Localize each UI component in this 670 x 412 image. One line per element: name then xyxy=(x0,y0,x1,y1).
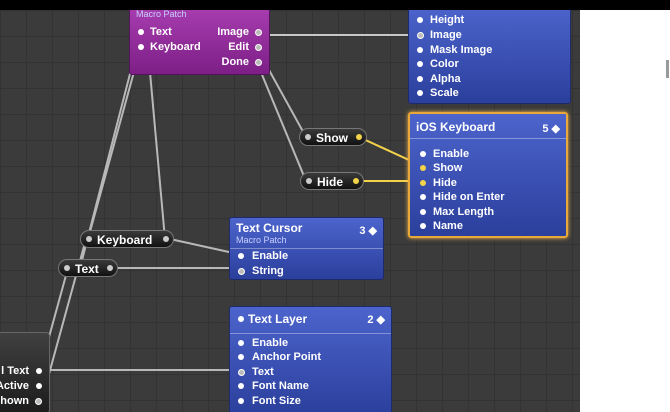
panel-edge-marker xyxy=(666,60,669,78)
right-panel xyxy=(580,10,670,412)
patch-editor-canvas[interactable]: Macro Patch Text Keyboard Image Edit Don… xyxy=(0,10,580,412)
ios-keyboard-number[interactable]: 5 ◆ xyxy=(542,122,560,135)
image-layer-patch[interactable]: Height Image Mask Image Color Alpha Scal… xyxy=(408,10,571,104)
text-cursor-number[interactable]: 3 ◆ xyxy=(359,224,377,237)
tl-enable: Enable xyxy=(252,337,289,349)
kb-enable-dot[interactable] xyxy=(420,151,426,157)
macro-input-keyboard-dot[interactable] xyxy=(138,44,144,50)
macro-patch[interactable]: Macro Patch Text Keyboard Image Edit Don… xyxy=(129,10,270,75)
port-height-dot[interactable] xyxy=(417,17,423,23)
macro-output-edit-dot[interactable] xyxy=(255,44,262,51)
top-bar xyxy=(0,0,670,10)
tl-text-dot[interactable] xyxy=(238,369,245,376)
port-image-dot[interactable] xyxy=(417,32,424,39)
tc-string: String xyxy=(252,265,284,277)
kb-max-length: Max Length xyxy=(433,206,495,218)
tl-font-size-dot[interactable] xyxy=(238,398,244,404)
kb-name: Name xyxy=(433,220,463,232)
text-layer-number[interactable]: 2 ◆ xyxy=(367,313,385,326)
text-cursor-patch[interactable]: Text Cursor Macro Patch 3 ◆ Enable Strin… xyxy=(229,217,384,280)
text-label: Text xyxy=(75,262,99,276)
show-splitter[interactable]: Show xyxy=(299,128,367,146)
macro-output-image: Image xyxy=(217,26,249,38)
port-image: Image xyxy=(430,29,462,41)
kb-hide: Hide xyxy=(433,177,457,189)
left-port-text: l Text xyxy=(1,365,29,377)
ios-keyboard-patch[interactable]: iOS Keyboard 5 ◆ Enable Show Hide Hide o… xyxy=(408,112,568,238)
port-color-dot[interactable] xyxy=(417,61,423,67)
macro-patch-subtitle: Macro Patch xyxy=(136,10,187,19)
kb-hide-on-enter-dot[interactable] xyxy=(420,194,426,200)
tc-string-dot[interactable] xyxy=(238,268,245,275)
wire-keyboard-enable xyxy=(169,238,239,255)
macro-output-done-dot[interactable] xyxy=(255,59,262,66)
left-patch[interactable]: l Text Active hown xyxy=(0,332,50,412)
text-layer-patch[interactable]: Text Layer 2 ◆ Enable Anchor Point Text … xyxy=(229,306,392,412)
macro-input-text-dot[interactable] xyxy=(138,29,144,35)
port-alpha-dot[interactable] xyxy=(417,76,423,82)
tc-enable: Enable xyxy=(252,250,289,262)
left-port-text-dot[interactable] xyxy=(36,368,42,374)
keyboard-splitter[interactable]: Keyboard xyxy=(80,230,174,248)
kb-show-dot[interactable] xyxy=(420,165,426,171)
left-port-active-dot[interactable] xyxy=(36,383,42,389)
macro-input-keyboard: Keyboard xyxy=(150,41,201,53)
hide-label: Hide xyxy=(317,175,344,189)
tc-enable-dot[interactable] xyxy=(238,253,244,259)
kb-max-length-dot[interactable] xyxy=(420,209,426,215)
port-mask-image: Mask Image xyxy=(430,44,493,56)
tl-anchor-point-dot[interactable] xyxy=(238,354,244,360)
left-port-shown: hown xyxy=(0,395,29,407)
tl-font-name: Font Name xyxy=(252,380,309,392)
tl-text: Text xyxy=(252,366,274,378)
tl-font-size: Font Size xyxy=(252,395,301,407)
text-splitter[interactable]: Text xyxy=(58,259,118,277)
macro-input-text: Text xyxy=(150,26,172,38)
tl-enable-dot[interactable] xyxy=(238,340,244,346)
port-scale-dot[interactable] xyxy=(417,90,423,96)
kb-hide-on-enter: Hide on Enter xyxy=(433,191,505,203)
tl-anchor-point: Anchor Point xyxy=(252,351,322,363)
kb-enable: Enable xyxy=(433,148,470,160)
port-mask-image-dot[interactable] xyxy=(417,47,423,53)
left-port-shown-dot[interactable] xyxy=(35,398,42,405)
kb-show: Show xyxy=(433,162,463,174)
show-label: Show xyxy=(316,131,348,145)
port-height: Height xyxy=(430,14,465,26)
macro-output-image-dot[interactable] xyxy=(255,29,262,36)
tl-font-name-dot[interactable] xyxy=(238,383,244,389)
kb-name-dot[interactable] xyxy=(420,223,426,229)
port-alpha: Alpha xyxy=(430,73,461,85)
hide-splitter[interactable]: Hide xyxy=(300,172,364,190)
port-color: Color xyxy=(430,58,459,70)
port-scale: Scale xyxy=(430,87,459,99)
kb-hide-dot[interactable] xyxy=(420,180,426,186)
text-layer-enable-toggle[interactable] xyxy=(238,316,244,322)
wire-macro-down xyxy=(147,49,166,240)
macro-output-edit: Edit xyxy=(228,41,249,53)
keyboard-label: Keyboard xyxy=(97,233,153,247)
left-port-active: Active xyxy=(0,380,29,392)
macro-output-done: Done xyxy=(221,56,250,68)
